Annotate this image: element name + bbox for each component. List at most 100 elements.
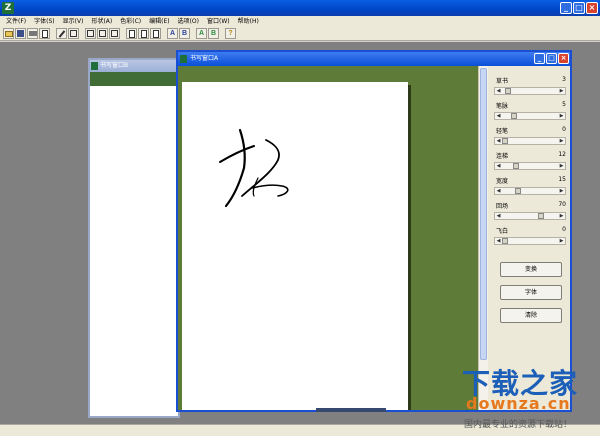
close-button[interactable]: × [586,2,598,14]
slider-group: 笔脉 5 ◀ ▶ [494,101,566,125]
copy-button[interactable] [126,28,137,39]
app-titlebar[interactable]: Z _ □ × [0,0,600,16]
slider-left-arrow-icon[interactable]: ◀ [495,88,502,94]
bold-b-button[interactable]: B [179,28,190,39]
menu-window[interactable]: 窗口(W) [203,16,234,27]
watermark-domain: downza.cn [466,394,571,413]
menu-help[interactable]: 帮助(H) [234,16,263,27]
handwritten-stroke [219,128,289,208]
horizontal-scrollbar[interactable] [316,408,386,412]
paste-icon [140,29,147,38]
slider-label: 宽度 [496,178,509,185]
slider-right-arrow-icon[interactable]: ▶ [558,238,565,244]
connect-slider[interactable]: ◀ ▶ [494,162,566,170]
light-stroke-slider[interactable]: ◀ ▶ [494,137,566,145]
window-a-app-icon [180,55,187,63]
slider-left-arrow-icon[interactable]: ◀ [495,188,502,194]
print-button[interactable] [27,28,38,39]
window-b-titlebar[interactable]: 书写窗口B [90,60,178,72]
help-button[interactable]: ? [225,28,236,39]
slider-thumb[interactable] [538,213,544,219]
window-a-maximize-button[interactable]: □ [546,53,557,64]
menu-file[interactable]: 文件(F) [2,16,30,27]
writing-window-a[interactable]: 书写窗口A _ □ × 草书 3 ◀ ▶ 笔脉 5 ◀ ▶ 轻笔 0 ◀ ▶ 连… [176,50,572,412]
slider-left-arrow-icon[interactable]: ◀ [495,238,502,244]
width-slider[interactable]: ◀ ▶ [494,187,566,195]
window-a-titlebar[interactable]: 书写窗口A _ □ × [178,52,570,66]
slider-thumb[interactable] [513,163,519,169]
menu-edit[interactable]: 编辑(E) [145,16,173,27]
writing-window-b[interactable]: 书写窗口B [88,58,180,418]
menu-color[interactable]: 色彩(C) [116,16,145,27]
slider-label: 连梯 [496,153,509,160]
minimize-button[interactable]: _ [560,2,572,14]
slider-group: 轻笔 0 ◀ ▶ [494,126,566,150]
slider-thumb[interactable] [504,88,511,94]
slider-left-arrow-icon[interactable]: ◀ [495,113,502,119]
flying-white-slider[interactable]: ◀ ▶ [494,237,566,245]
slider-label: 草书 [496,78,509,85]
print-preview-icon [41,29,48,38]
save-icon [17,30,24,37]
paste-button[interactable] [138,28,149,39]
slider-left-arrow-icon[interactable]: ◀ [495,213,502,219]
slider-label: 回场 [496,203,509,210]
site-watermark: 下载之家 downza.cn 国内最专业的资源下载站！ [456,360,596,436]
slider-right-arrow-icon[interactable]: ▶ [558,163,565,169]
slider-right-arrow-icon[interactable]: ▶ [558,188,565,194]
slider-left-arrow-icon[interactable]: ◀ [495,163,502,169]
slider-label: 轻笔 [496,128,509,135]
window-b-title: 书写窗口B [100,62,129,69]
slider-value: 0 [562,126,566,133]
color-b-button[interactable]: B [208,28,219,39]
slider-right-arrow-icon[interactable]: ▶ [558,213,565,219]
window-a-close-button[interactable]: × [558,53,569,64]
slider-label: 笔脉 [496,103,509,110]
slider-thumb[interactable] [514,188,521,194]
window-a-minimize-button[interactable]: _ [534,53,545,64]
cascade-button[interactable] [97,28,108,39]
pen-icon [58,29,65,38]
copy-icon [128,29,135,38]
arrange-button[interactable] [109,28,120,39]
print-preview-button[interactable] [39,28,50,39]
canvas-vertical-scrollbar[interactable] [478,66,488,410]
bold-a-button[interactable]: A [167,28,178,39]
color-a-button[interactable]: A [196,28,207,39]
window-button[interactable] [68,28,79,39]
return-slider[interactable]: ◀ ▶ [494,212,566,220]
menu-view[interactable]: 显示(V) [59,16,88,27]
cursive-slider[interactable]: ◀ ▶ [494,87,566,95]
menu-shape[interactable]: 形状(A) [87,16,116,27]
menu-font[interactable]: 字体(S) [30,16,59,27]
writing-canvas-area[interactable] [178,66,478,410]
pen-button[interactable] [56,28,67,39]
maximize-button[interactable]: □ [573,2,585,14]
slider-right-arrow-icon[interactable]: ▶ [558,138,565,144]
toolbar: A B A B ? [0,27,600,41]
slider-right-arrow-icon[interactable]: ▶ [558,113,565,119]
slider-group: 连梯 12 ◀ ▶ [494,151,566,175]
open-button[interactable] [3,28,14,39]
slider-left-arrow-icon[interactable]: ◀ [495,138,502,144]
menu-options[interactable]: 选项(O) [174,16,203,27]
tile-button[interactable] [85,28,96,39]
writing-paper[interactable] [182,82,408,410]
stroke-pulse-slider[interactable]: ◀ ▶ [494,112,566,120]
slider-thumb[interactable] [511,113,517,119]
print-icon [28,31,37,36]
transform-button[interactable]: 变换 [500,262,562,277]
cut-button[interactable] [150,28,161,39]
font-button[interactable]: 字体 [500,285,562,300]
cascade-icon [99,30,106,37]
window-b-app-icon [91,62,98,70]
window-a-title: 书写窗口A [190,55,219,62]
slider-thumb[interactable] [502,138,508,144]
vertical-scroll-thumb[interactable] [480,68,487,360]
cut-icon [152,29,159,38]
slider-right-arrow-icon[interactable]: ▶ [558,88,565,94]
slider-thumb[interactable] [502,238,508,244]
app-icon: Z [2,2,14,14]
clear-button[interactable]: 清除 [500,308,562,323]
save-button[interactable] [15,28,26,39]
